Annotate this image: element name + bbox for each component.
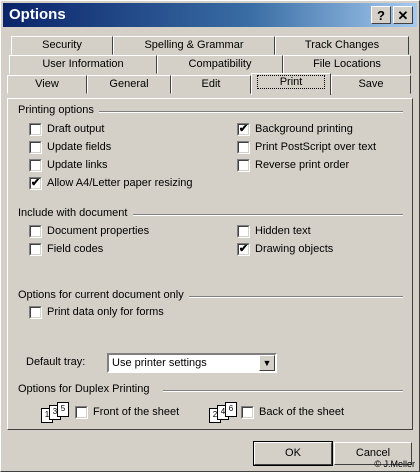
checkbox-box bbox=[237, 225, 250, 238]
tab-general[interactable]: General bbox=[87, 75, 171, 94]
checkmark-icon: ✔ bbox=[29, 177, 42, 190]
divider bbox=[99, 111, 403, 113]
back-of-sheet-label: Back of the sheet bbox=[259, 406, 344, 418]
tab-security[interactable]: Security bbox=[11, 36, 113, 55]
close-button[interactable]: ✕ bbox=[393, 6, 413, 24]
print-data-only-label: Print data only for forms bbox=[47, 306, 164, 318]
include-with-document-heading: Include with document bbox=[18, 207, 128, 219]
chevron-down-icon[interactable]: ▼ bbox=[259, 355, 275, 371]
options-dialog: Options ? ✕ Security Spelling & Grammar … bbox=[0, 0, 420, 472]
tab-spelling-grammar[interactable]: Spelling & Grammar bbox=[113, 36, 275, 55]
duplex-back-pages-icon: 2 4 6 bbox=[209, 402, 237, 423]
default-tray-select[interactable]: Use printer settings ▼ bbox=[107, 353, 277, 373]
current-document-heading: Options for current document only bbox=[18, 289, 184, 301]
checkbox-box bbox=[29, 243, 42, 256]
help-button[interactable]: ? bbox=[371, 6, 391, 24]
drawing-objects-label: Drawing objects bbox=[255, 243, 334, 255]
duplex-heading: Options for Duplex Printing bbox=[18, 383, 150, 395]
checkbox-box bbox=[29, 141, 42, 154]
draft-output-label: Draft output bbox=[47, 123, 105, 135]
checkbox-box bbox=[237, 141, 250, 154]
tab-compatibility[interactable]: Compatibility bbox=[157, 55, 283, 74]
divider bbox=[163, 390, 403, 392]
checkbox-box bbox=[29, 159, 42, 172]
copyright-text: © J.Meller bbox=[374, 459, 415, 469]
printing-options-heading: Printing options bbox=[18, 104, 94, 116]
print-postscript-label: Print PostScript over text bbox=[255, 141, 377, 153]
allow-resizing-label: Allow A4/Letter paper resizing bbox=[47, 177, 193, 189]
update-fields-label: Update fields bbox=[47, 141, 112, 153]
front-of-sheet-label: Front of the sheet bbox=[93, 406, 180, 418]
default-tray-value: Use printer settings bbox=[112, 357, 207, 369]
window-title: Options bbox=[9, 6, 66, 23]
checkmark-icon: ✔ bbox=[237, 243, 250, 256]
divider bbox=[189, 296, 403, 298]
document-properties-label: Document properties bbox=[47, 225, 150, 237]
tab-track-changes[interactable]: Track Changes bbox=[275, 36, 409, 55]
background-printing-label: Background printing bbox=[255, 123, 353, 135]
title-bar[interactable]: Options ? ✕ bbox=[3, 3, 417, 27]
divider bbox=[133, 214, 403, 216]
reverse-order-label: Reverse print order bbox=[255, 159, 350, 171]
checkmark-icon: ✔ bbox=[237, 123, 250, 136]
checkbox-box bbox=[241, 406, 254, 419]
tab-file-locations[interactable]: File Locations bbox=[283, 55, 411, 74]
checkbox-box bbox=[29, 225, 42, 238]
tab-save[interactable]: Save bbox=[331, 75, 411, 94]
tab-edit[interactable]: Edit bbox=[171, 75, 251, 94]
checkbox-box bbox=[75, 406, 88, 419]
field-codes-label: Field codes bbox=[47, 243, 104, 255]
checkbox-box bbox=[29, 123, 42, 136]
checkbox-box bbox=[29, 306, 42, 319]
update-links-label: Update links bbox=[47, 159, 108, 171]
tab-view[interactable]: View bbox=[7, 75, 87, 94]
tab-user-information[interactable]: User Information bbox=[9, 55, 157, 74]
default-tray-label: Default tray: bbox=[26, 356, 86, 368]
duplex-front-pages-icon: 1 3 5 bbox=[41, 402, 69, 423]
ok-button[interactable]: OK bbox=[253, 441, 333, 466]
checkbox-box bbox=[237, 159, 250, 172]
tab-print[interactable]: Print bbox=[251, 73, 331, 95]
hidden-text-label: Hidden text bbox=[255, 225, 311, 237]
